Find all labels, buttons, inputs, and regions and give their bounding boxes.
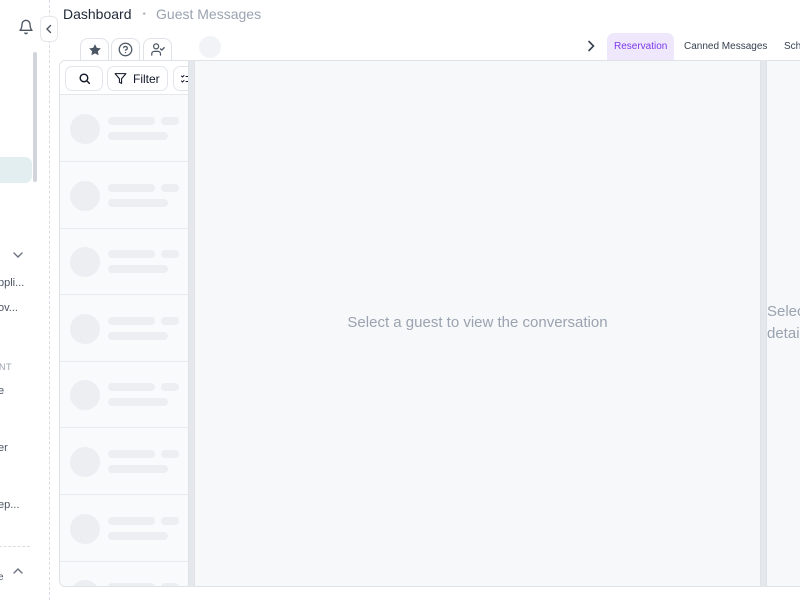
avatar-skeleton: [70, 580, 100, 586]
filter-icon: [114, 73, 127, 84]
preview-skeleton: [108, 398, 168, 406]
preview-skeleton: [108, 465, 168, 473]
search-icon: [78, 73, 90, 85]
avatar-skeleton: [70, 181, 100, 211]
avatar-skeleton: [70, 247, 100, 277]
breadcrumb: Dashboard • Guest Messages: [63, 5, 261, 23]
avatar-skeleton: [70, 114, 100, 144]
list-item[interactable]: [60, 95, 188, 162]
chevron-down-icon[interactable]: [12, 250, 24, 260]
guest-list-toolbar: Filter: [60, 61, 188, 95]
list-item[interactable]: [60, 561, 188, 586]
name-skeleton: [108, 250, 155, 258]
chevron-up-icon[interactable]: [12, 566, 24, 576]
avatar-skeleton: [70, 380, 100, 410]
sidebar-item-label[interactable]: ep...: [0, 499, 19, 511]
tag-skeleton: [161, 317, 179, 325]
filter-button[interactable]: Filter: [107, 66, 168, 91]
sidebar-section-label: NT: [0, 362, 12, 372]
list-item[interactable]: [60, 295, 188, 362]
details-empty-line1: Selec: [767, 303, 800, 320]
loading-placeholder: [199, 36, 221, 58]
tab-reservation[interactable]: Reservation: [607, 33, 675, 60]
list-item[interactable]: [60, 162, 188, 229]
sidebar-item-label[interactable]: ppli...: [0, 277, 24, 289]
preview-skeleton: [108, 332, 168, 340]
breadcrumb-current: Guest Messages: [156, 6, 262, 22]
name-skeleton: [108, 117, 155, 125]
sidebar-item-active[interactable]: [0, 157, 32, 183]
help-circle-icon: [118, 42, 133, 57]
user-check-icon: [150, 43, 165, 56]
filter-label: Filter: [133, 71, 160, 86]
preview-skeleton: [108, 199, 168, 207]
tag-skeleton: [161, 117, 179, 125]
sidebar: ppli... ov... NT e er ep... e: [0, 0, 50, 600]
sidebar-item-label[interactable]: er: [0, 442, 8, 454]
list-item[interactable]: [60, 428, 188, 495]
name-skeleton: [108, 517, 155, 525]
name-skeleton: [108, 383, 155, 391]
preview-skeleton: [108, 132, 168, 140]
preview-skeleton: [108, 265, 168, 273]
tag-skeleton: [161, 450, 179, 458]
breadcrumb-dashboard[interactable]: Dashboard: [63, 6, 132, 22]
tab-assigned[interactable]: [143, 38, 172, 60]
name-skeleton: [108, 184, 155, 192]
details-empty-message: Selec detai: [767, 301, 800, 345]
tag-skeleton: [161, 517, 179, 525]
list-item[interactable]: [60, 361, 188, 428]
star-icon: [88, 43, 101, 55]
details-empty-line2: detai: [767, 325, 800, 342]
guest-list-panel: Filter: [59, 60, 189, 587]
conversation-empty-message: Select a guest to view the conversation: [347, 314, 608, 331]
avatar-skeleton: [70, 314, 100, 344]
chevron-left-icon: [46, 24, 52, 34]
tag-skeleton: [161, 184, 179, 192]
search-button[interactable]: [65, 66, 103, 91]
details-panel: Selec detai: [766, 60, 800, 587]
avatar-skeleton: [70, 447, 100, 477]
tab-schedule[interactable]: Sch: [777, 33, 800, 60]
bell-icon[interactable]: [18, 19, 34, 35]
sidebar-collapse-button[interactable]: [40, 16, 58, 42]
conversation-panel: Select a guest to view the conversation: [194, 60, 761, 587]
name-skeleton: [108, 450, 155, 458]
list-check-icon: [181, 74, 188, 83]
sidebar-item-label[interactable]: ov...: [0, 302, 18, 314]
avatar-skeleton: [70, 514, 100, 544]
name-skeleton: [108, 317, 155, 325]
breadcrumb-separator: •: [142, 8, 147, 20]
name-skeleton: [108, 583, 155, 586]
tab-starred[interactable]: [80, 38, 109, 60]
tab-canned-messages[interactable]: Canned Messages: [677, 33, 774, 60]
list-item[interactable]: [60, 495, 188, 562]
chevron-right-icon[interactable]: [585, 39, 597, 53]
sidebar-scrollbar[interactable]: [33, 52, 37, 182]
sort-button[interactable]: [173, 66, 188, 91]
tag-skeleton: [161, 383, 179, 391]
list-item[interactable]: [60, 228, 188, 295]
sidebar-footer-label: e: [0, 572, 4, 583]
tag-skeleton: [161, 583, 179, 586]
tag-skeleton: [161, 250, 179, 258]
preview-skeleton: [108, 532, 168, 540]
sidebar-item-label[interactable]: e: [0, 385, 4, 397]
tab-help[interactable]: [111, 38, 140, 60]
